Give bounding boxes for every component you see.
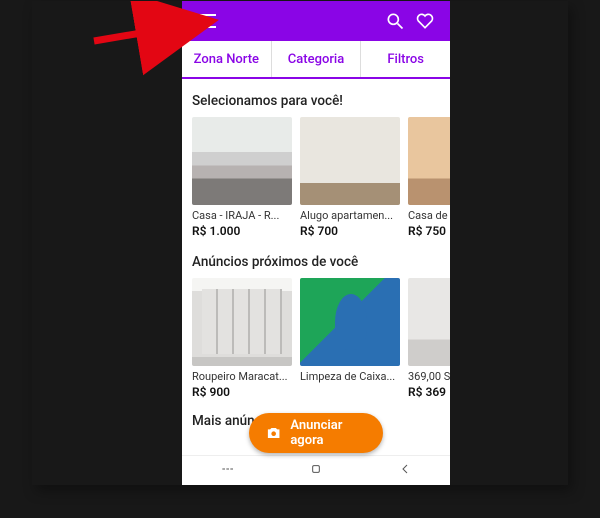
section-title-nearby: Anúncios próximos de você xyxy=(192,254,450,270)
listing-price: R$ 750 xyxy=(408,224,450,238)
listing-price: R$ 369 xyxy=(408,385,450,399)
filter-tabs: Zona Norte Categoria Filtros xyxy=(182,41,450,79)
listing-thumb xyxy=(408,117,450,205)
more-label: Mais anún xyxy=(192,413,255,429)
listing-price: R$ 900 xyxy=(192,385,292,399)
screenshot-bezel-right xyxy=(450,1,568,485)
phone-screen: Zona Norte Categoria Filtros Selecionamo… xyxy=(182,1,450,485)
camera-icon xyxy=(265,423,282,443)
listing-title: Alugo apartamen... xyxy=(300,209,400,222)
tab-region[interactable]: Zona Norte xyxy=(182,41,271,77)
listing-thumb xyxy=(300,278,400,366)
nav-back[interactable] xyxy=(397,461,413,481)
listing-title: Casa - IRAJA - R... xyxy=(192,209,292,222)
system-nav xyxy=(182,455,450,485)
listing-price: R$ 700 xyxy=(300,224,400,238)
heart-icon xyxy=(415,11,435,31)
fab-announce[interactable]: Anunciar agora xyxy=(249,413,383,453)
tab-category[interactable]: Categoria xyxy=(271,41,361,77)
listing-thumb xyxy=(192,278,292,366)
nav-recents[interactable] xyxy=(219,461,235,481)
listing-title: Limpeza de Caixa... xyxy=(300,370,400,383)
featured-row[interactable]: Casa - IRAJA - R... R$ 1.000 Alugo apart… xyxy=(192,117,450,238)
hamburger-icon xyxy=(198,14,216,28)
section-title-featured: Selecionamos para você! xyxy=(192,93,450,109)
listing-card[interactable]: 369,00 Sap... R$ 369 xyxy=(408,278,450,399)
fab-label: Anunciar agora xyxy=(290,418,367,448)
listing-card[interactable]: Limpeza de Caixa... xyxy=(300,278,400,399)
search-icon xyxy=(385,11,405,31)
search-button[interactable] xyxy=(380,6,410,36)
tab-filters[interactable]: Filtros xyxy=(360,41,450,77)
menu-button[interactable] xyxy=(192,6,222,36)
listing-title: 369,00 Sap... xyxy=(408,370,450,383)
listing-title: Roupeiro Maracat... xyxy=(192,370,292,383)
listing-title: Casa de Vi... xyxy=(408,209,450,222)
screenshot-bezel-left xyxy=(32,1,182,485)
listing-card[interactable]: Roupeiro Maracat... R$ 900 xyxy=(192,278,292,399)
nearby-row[interactable]: Roupeiro Maracat... R$ 900 Limpeza de Ca… xyxy=(192,278,450,399)
listing-card[interactable]: Casa de Vi... R$ 750 xyxy=(408,117,450,238)
listing-card[interactable]: Alugo apartamen... R$ 700 xyxy=(300,117,400,238)
listing-thumb xyxy=(300,117,400,205)
listing-thumb xyxy=(192,117,292,205)
listing-thumb xyxy=(408,278,450,366)
listing-price: R$ 1.000 xyxy=(192,224,292,238)
favorites-button[interactable] xyxy=(410,6,440,36)
app-header xyxy=(182,1,450,41)
listing-card[interactable]: Casa - IRAJA - R... R$ 1.000 xyxy=(192,117,292,238)
nav-home[interactable] xyxy=(308,461,324,481)
main-content[interactable]: Selecionamos para você! Casa - IRAJA - R… xyxy=(182,79,450,455)
